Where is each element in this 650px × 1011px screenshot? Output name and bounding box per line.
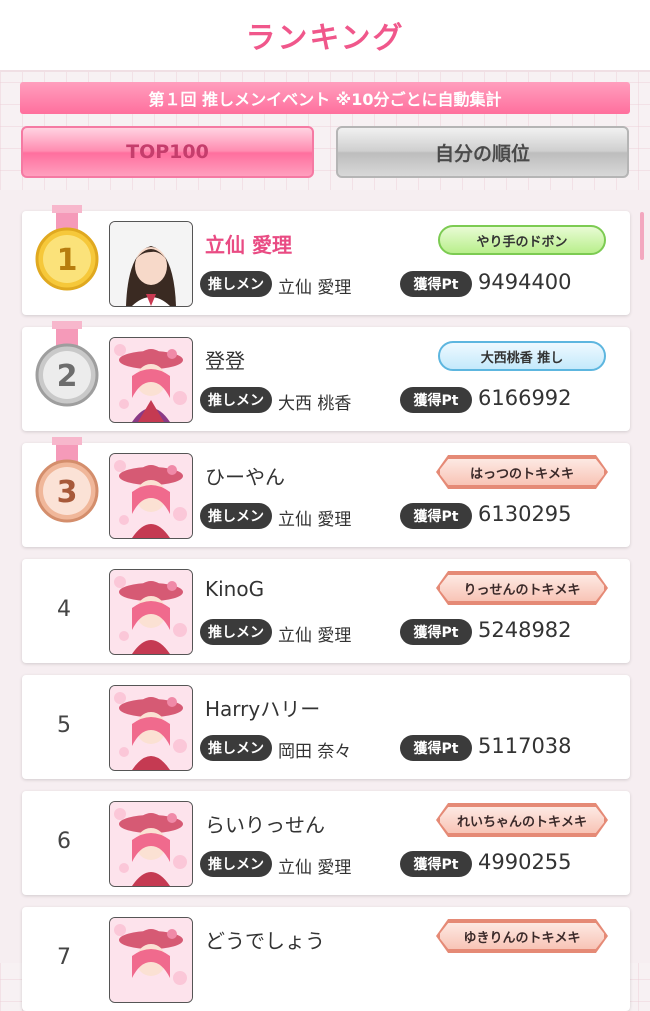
- points-value: 6130295: [478, 502, 572, 526]
- gold-medal-icon: 1: [35, 205, 99, 291]
- oshimen-name: 大西 桃香: [278, 394, 352, 414]
- player-name[interactable]: 登登: [205, 345, 245, 374]
- rank-number: 4: [57, 597, 71, 622]
- avatar: [109, 917, 193, 1003]
- avatar: [109, 453, 193, 539]
- oshimen-label: 推しメン: [200, 387, 272, 413]
- points-label: 獲得Pt: [400, 851, 472, 877]
- points-label: 獲得Pt: [400, 387, 472, 413]
- ranking-row-5[interactable]: 5 Harryハリー 推しメン 岡田 奈々 獲得Pt 5117038: [22, 675, 630, 779]
- avatar: [109, 569, 193, 655]
- points-label: 獲得Pt: [400, 735, 472, 761]
- ranking-row-4[interactable]: 4 KinoG りっせんのトキメキ 推しメン 立仙 愛理 獲得Pt 524898…: [22, 559, 630, 663]
- avatar: [109, 801, 193, 887]
- title-badge: ゆきりんのトキメキ: [438, 921, 606, 951]
- bronze-medal-icon: 3: [35, 437, 99, 523]
- rank-number: 6: [57, 829, 71, 854]
- player-name[interactable]: らいりっせん: [205, 809, 325, 838]
- avatar: [109, 337, 193, 423]
- points-value: 5248982: [478, 618, 572, 642]
- points-label: 獲得Pt: [400, 619, 472, 645]
- ranking-row-3[interactable]: 3 ひーやん はっつのトキメキ 推しメン 立仙 愛理 獲得Pt 6130295: [22, 437, 630, 547]
- oshimen-name: 立仙 愛理: [278, 510, 352, 530]
- points-value: 6166992: [478, 386, 572, 410]
- oshimen-name: 岡田 奈々: [278, 742, 352, 762]
- points-value: 4990255: [478, 850, 572, 874]
- svg-text:3: 3: [57, 475, 78, 510]
- title-badge: れいちゃんのトキメキ: [438, 805, 606, 835]
- title-badge: りっせんのトキメキ: [438, 573, 606, 603]
- scrollbar[interactable]: [640, 212, 644, 260]
- rank-number: 7: [57, 945, 71, 970]
- tab-top100[interactable]: TOP100: [21, 126, 314, 178]
- oshimen-name: 立仙 愛理: [278, 626, 352, 646]
- silver-medal-icon: 2: [35, 321, 99, 407]
- player-name[interactable]: どうでしょう: [205, 925, 325, 954]
- title-badge: はっつのトキメキ: [438, 457, 606, 487]
- svg-text:1: 1: [57, 243, 78, 278]
- oshimen-name: 立仙 愛理: [278, 278, 352, 298]
- oshimen-label: 推しメン: [200, 271, 272, 297]
- avatar: [109, 221, 193, 307]
- ranking-row-2[interactable]: 2 登登 大西桃香 推し 推しメン 大西 桃香 獲得Pt 6166992: [22, 321, 630, 431]
- oshimen-label: 推しメン: [200, 619, 272, 645]
- svg-text:2: 2: [57, 359, 78, 394]
- player-name[interactable]: ひーやん: [205, 461, 285, 490]
- ranking-row-7[interactable]: 7 どうでしょう ゆきりんのトキメキ: [22, 907, 630, 1011]
- player-name[interactable]: Harryハリー: [205, 693, 320, 722]
- rank-number: 5: [57, 713, 71, 738]
- points-value: 5117038: [478, 734, 572, 758]
- player-name[interactable]: KinoG: [205, 577, 264, 601]
- title-badge: 大西桃香 推し: [438, 341, 606, 371]
- ranking-row-6[interactable]: 6 らいりっせん れいちゃんのトキメキ 推しメン 立仙 愛理 獲得Pt 4990…: [22, 791, 630, 895]
- page-header: ランキング: [0, 0, 650, 72]
- points-value: 9494400: [478, 270, 572, 294]
- points-label: 獲得Pt: [400, 271, 472, 297]
- tab-my-rank[interactable]: 自分の順位: [336, 126, 629, 178]
- oshimen-label: 推しメン: [200, 503, 272, 529]
- event-banner: 第１回 推しメンイベント ※10分ごとに自動集計: [20, 82, 630, 114]
- points-label: 獲得Pt: [400, 503, 472, 529]
- title-badge: やり手のドボン: [438, 225, 606, 255]
- player-name[interactable]: 立仙 愛理: [205, 229, 292, 258]
- page-title: ランキング: [245, 21, 405, 56]
- oshimen-label: 推しメン: [200, 851, 272, 877]
- avatar: [109, 685, 193, 771]
- ranking-row-1[interactable]: 1 立仙 愛理 やり手のドボン 推しメン 立仙 愛理 獲得Pt 9494400: [22, 205, 630, 315]
- oshimen-label: 推しメン: [200, 735, 272, 761]
- oshimen-name: 立仙 愛理: [278, 858, 352, 878]
